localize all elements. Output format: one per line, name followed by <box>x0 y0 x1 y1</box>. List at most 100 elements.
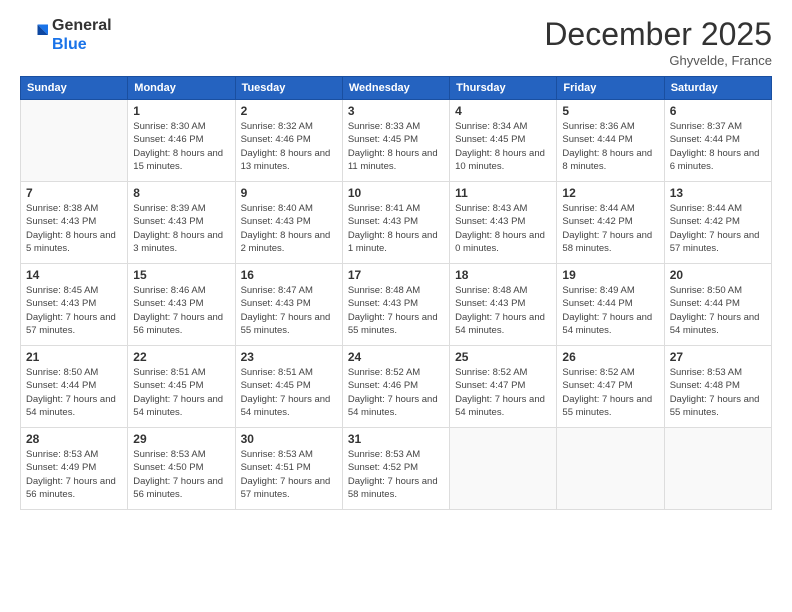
day-number: 27 <box>670 350 766 364</box>
day-cell: 16Sunrise: 8:47 AMSunset: 4:43 PMDayligh… <box>235 264 342 346</box>
day-number: 3 <box>348 104 444 118</box>
day-number: 22 <box>133 350 229 364</box>
day-cell: 5 Sunrise: 8:36 AMSunset: 4:44 PMDaylight… <box>557 100 664 182</box>
day-number: 30 <box>241 432 337 446</box>
logo-icon <box>20 21 48 49</box>
day-detail: Sunrise: 8:40 AMSunset: 4:43 PMDaylight:… <box>241 202 337 255</box>
day-detail: Sunrise: 8:34 AMSunset: 4:45 PMDaylight:… <box>455 120 551 173</box>
day-detail: Sunrise: 8:46 AMSunset: 4:43 PMDaylight:… <box>133 284 229 337</box>
day-detail: Sunrise: 8:50 AMSunset: 4:44 PMDaylight:… <box>26 366 122 419</box>
day-cell: 8 Sunrise: 8:39 AMSunset: 4:43 PMDaylight… <box>128 182 235 264</box>
header: General Blue December 2025 Ghyvelde, Fra… <box>20 16 772 68</box>
day-detail: Sunrise: 8:51 AMSunset: 4:45 PMDaylight:… <box>241 366 337 419</box>
week-row-5: 28Sunrise: 8:53 AMSunset: 4:49 PMDayligh… <box>21 428 772 510</box>
day-number: 29 <box>133 432 229 446</box>
logo-text: General Blue <box>52 16 112 54</box>
week-row-3: 14Sunrise: 8:45 AMSunset: 4:43 PMDayligh… <box>21 264 772 346</box>
day-detail: Sunrise: 8:48 AMSunset: 4:43 PMDaylight:… <box>348 284 444 337</box>
day-cell: 31 Sunrise: 8:53 AMSunset: 4:52 PMDayligh… <box>342 428 449 510</box>
day-number: 2 <box>241 104 337 118</box>
day-cell: 28Sunrise: 8:53 AMSunset: 4:49 PMDayligh… <box>21 428 128 510</box>
header-cell-saturday: Saturday <box>664 77 771 100</box>
day-number: 4 <box>455 104 551 118</box>
day-detail: Sunrise: 8:33 AMSunset: 4:45 PMDaylight:… <box>348 120 444 173</box>
day-number: 31 <box>348 432 444 446</box>
week-row-4: 21 Sunrise: 8:50 AMSunset: 4:44 PMDayligh… <box>21 346 772 428</box>
day-number: 18 <box>455 268 551 282</box>
day-number: 21 <box>26 350 122 364</box>
day-detail: Sunrise: 8:53 AMSunset: 4:49 PMDaylight:… <box>26 448 122 501</box>
day-cell <box>664 428 771 510</box>
day-cell <box>557 428 664 510</box>
day-detail: Sunrise: 8:53 AMSunset: 4:52 PMDaylight:… <box>348 448 444 501</box>
logo: General Blue <box>20 16 112 54</box>
day-cell: 27Sunrise: 8:53 AMSunset: 4:48 PMDayligh… <box>664 346 771 428</box>
day-number: 10 <box>348 186 444 200</box>
day-number: 17 <box>348 268 444 282</box>
day-number: 13 <box>670 186 766 200</box>
day-detail: Sunrise: 8:50 AMSunset: 4:44 PMDaylight:… <box>670 284 766 337</box>
day-detail: Sunrise: 8:49 AMSunset: 4:44 PMDaylight:… <box>562 284 658 337</box>
day-cell: 23 Sunrise: 8:51 AMSunset: 4:45 PMDayligh… <box>235 346 342 428</box>
day-cell: 30 Sunrise: 8:53 AMSunset: 4:51 PMDayligh… <box>235 428 342 510</box>
day-number: 16 <box>241 268 337 282</box>
day-detail: Sunrise: 8:39 AMSunset: 4:43 PMDaylight:… <box>133 202 229 255</box>
day-cell: 21 Sunrise: 8:50 AMSunset: 4:44 PMDayligh… <box>21 346 128 428</box>
day-cell <box>450 428 557 510</box>
day-number: 9 <box>241 186 337 200</box>
header-row: SundayMondayTuesdayWednesdayThursdayFrid… <box>21 77 772 100</box>
day-detail: Sunrise: 8:37 AMSunset: 4:44 PMDaylight:… <box>670 120 766 173</box>
header-cell-sunday: Sunday <box>21 77 128 100</box>
day-cell: 19Sunrise: 8:49 AMSunset: 4:44 PMDayligh… <box>557 264 664 346</box>
day-cell: 15 Sunrise: 8:46 AMSunset: 4:43 PMDayligh… <box>128 264 235 346</box>
day-detail: Sunrise: 8:52 AMSunset: 4:46 PMDaylight:… <box>348 366 444 419</box>
header-cell-monday: Monday <box>128 77 235 100</box>
month-title: December 2025 <box>544 16 772 53</box>
day-detail: Sunrise: 8:53 AMSunset: 4:50 PMDaylight:… <box>133 448 229 501</box>
header-cell-tuesday: Tuesday <box>235 77 342 100</box>
day-cell: 9 Sunrise: 8:40 AMSunset: 4:43 PMDaylight… <box>235 182 342 264</box>
day-number: 24 <box>348 350 444 364</box>
day-number: 23 <box>241 350 337 364</box>
day-detail: Sunrise: 8:41 AMSunset: 4:43 PMDaylight:… <box>348 202 444 255</box>
day-number: 11 <box>455 186 551 200</box>
day-cell: 1 Sunrise: 8:30 AMSunset: 4:46 PMDaylight… <box>128 100 235 182</box>
day-number: 7 <box>26 186 122 200</box>
day-cell: 13 Sunrise: 8:44 AMSunset: 4:42 PMDayligh… <box>664 182 771 264</box>
day-cell: 14Sunrise: 8:45 AMSunset: 4:43 PMDayligh… <box>21 264 128 346</box>
day-number: 8 <box>133 186 229 200</box>
day-detail: Sunrise: 8:52 AMSunset: 4:47 PMDaylight:… <box>562 366 658 419</box>
day-cell: 6Sunrise: 8:37 AMSunset: 4:44 PMDaylight… <box>664 100 771 182</box>
day-detail: Sunrise: 8:43 AMSunset: 4:43 PMDaylight:… <box>455 202 551 255</box>
day-cell: 20 Sunrise: 8:50 AMSunset: 4:44 PMDayligh… <box>664 264 771 346</box>
day-detail: Sunrise: 8:44 AMSunset: 4:42 PMDaylight:… <box>670 202 766 255</box>
day-cell: 7 Sunrise: 8:38 AMSunset: 4:43 PMDaylight… <box>21 182 128 264</box>
day-number: 1 <box>133 104 229 118</box>
location: Ghyvelde, France <box>544 53 772 68</box>
day-number: 5 <box>562 104 658 118</box>
day-cell: 17 Sunrise: 8:48 AMSunset: 4:43 PMDayligh… <box>342 264 449 346</box>
day-detail: Sunrise: 8:45 AMSunset: 4:43 PMDaylight:… <box>26 284 122 337</box>
calendar-table: SundayMondayTuesdayWednesdayThursdayFrid… <box>20 76 772 510</box>
day-detail: Sunrise: 8:38 AMSunset: 4:43 PMDaylight:… <box>26 202 122 255</box>
day-detail: Sunrise: 8:36 AMSunset: 4:44 PMDaylight:… <box>562 120 658 173</box>
day-detail: Sunrise: 8:30 AMSunset: 4:46 PMDaylight:… <box>133 120 229 173</box>
day-cell: 22 Sunrise: 8:51 AMSunset: 4:45 PMDayligh… <box>128 346 235 428</box>
day-cell <box>21 100 128 182</box>
day-detail: Sunrise: 8:52 AMSunset: 4:47 PMDaylight:… <box>455 366 551 419</box>
day-cell: 2Sunrise: 8:32 AMSunset: 4:46 PMDaylight… <box>235 100 342 182</box>
header-cell-thursday: Thursday <box>450 77 557 100</box>
day-number: 25 <box>455 350 551 364</box>
day-detail: Sunrise: 8:53 AMSunset: 4:51 PMDaylight:… <box>241 448 337 501</box>
day-cell: 25 Sunrise: 8:52 AMSunset: 4:47 PMDayligh… <box>450 346 557 428</box>
day-cell: 24 Sunrise: 8:52 AMSunset: 4:46 PMDayligh… <box>342 346 449 428</box>
day-cell: 3 Sunrise: 8:33 AMSunset: 4:45 PMDaylight… <box>342 100 449 182</box>
logo-general: General <box>52 17 112 34</box>
day-number: 26 <box>562 350 658 364</box>
day-detail: Sunrise: 8:51 AMSunset: 4:45 PMDaylight:… <box>133 366 229 419</box>
day-detail: Sunrise: 8:44 AMSunset: 4:42 PMDaylight:… <box>562 202 658 255</box>
day-cell: 11 Sunrise: 8:43 AMSunset: 4:43 PMDayligh… <box>450 182 557 264</box>
day-number: 20 <box>670 268 766 282</box>
day-number: 15 <box>133 268 229 282</box>
day-cell: 18Sunrise: 8:48 AMSunset: 4:43 PMDayligh… <box>450 264 557 346</box>
